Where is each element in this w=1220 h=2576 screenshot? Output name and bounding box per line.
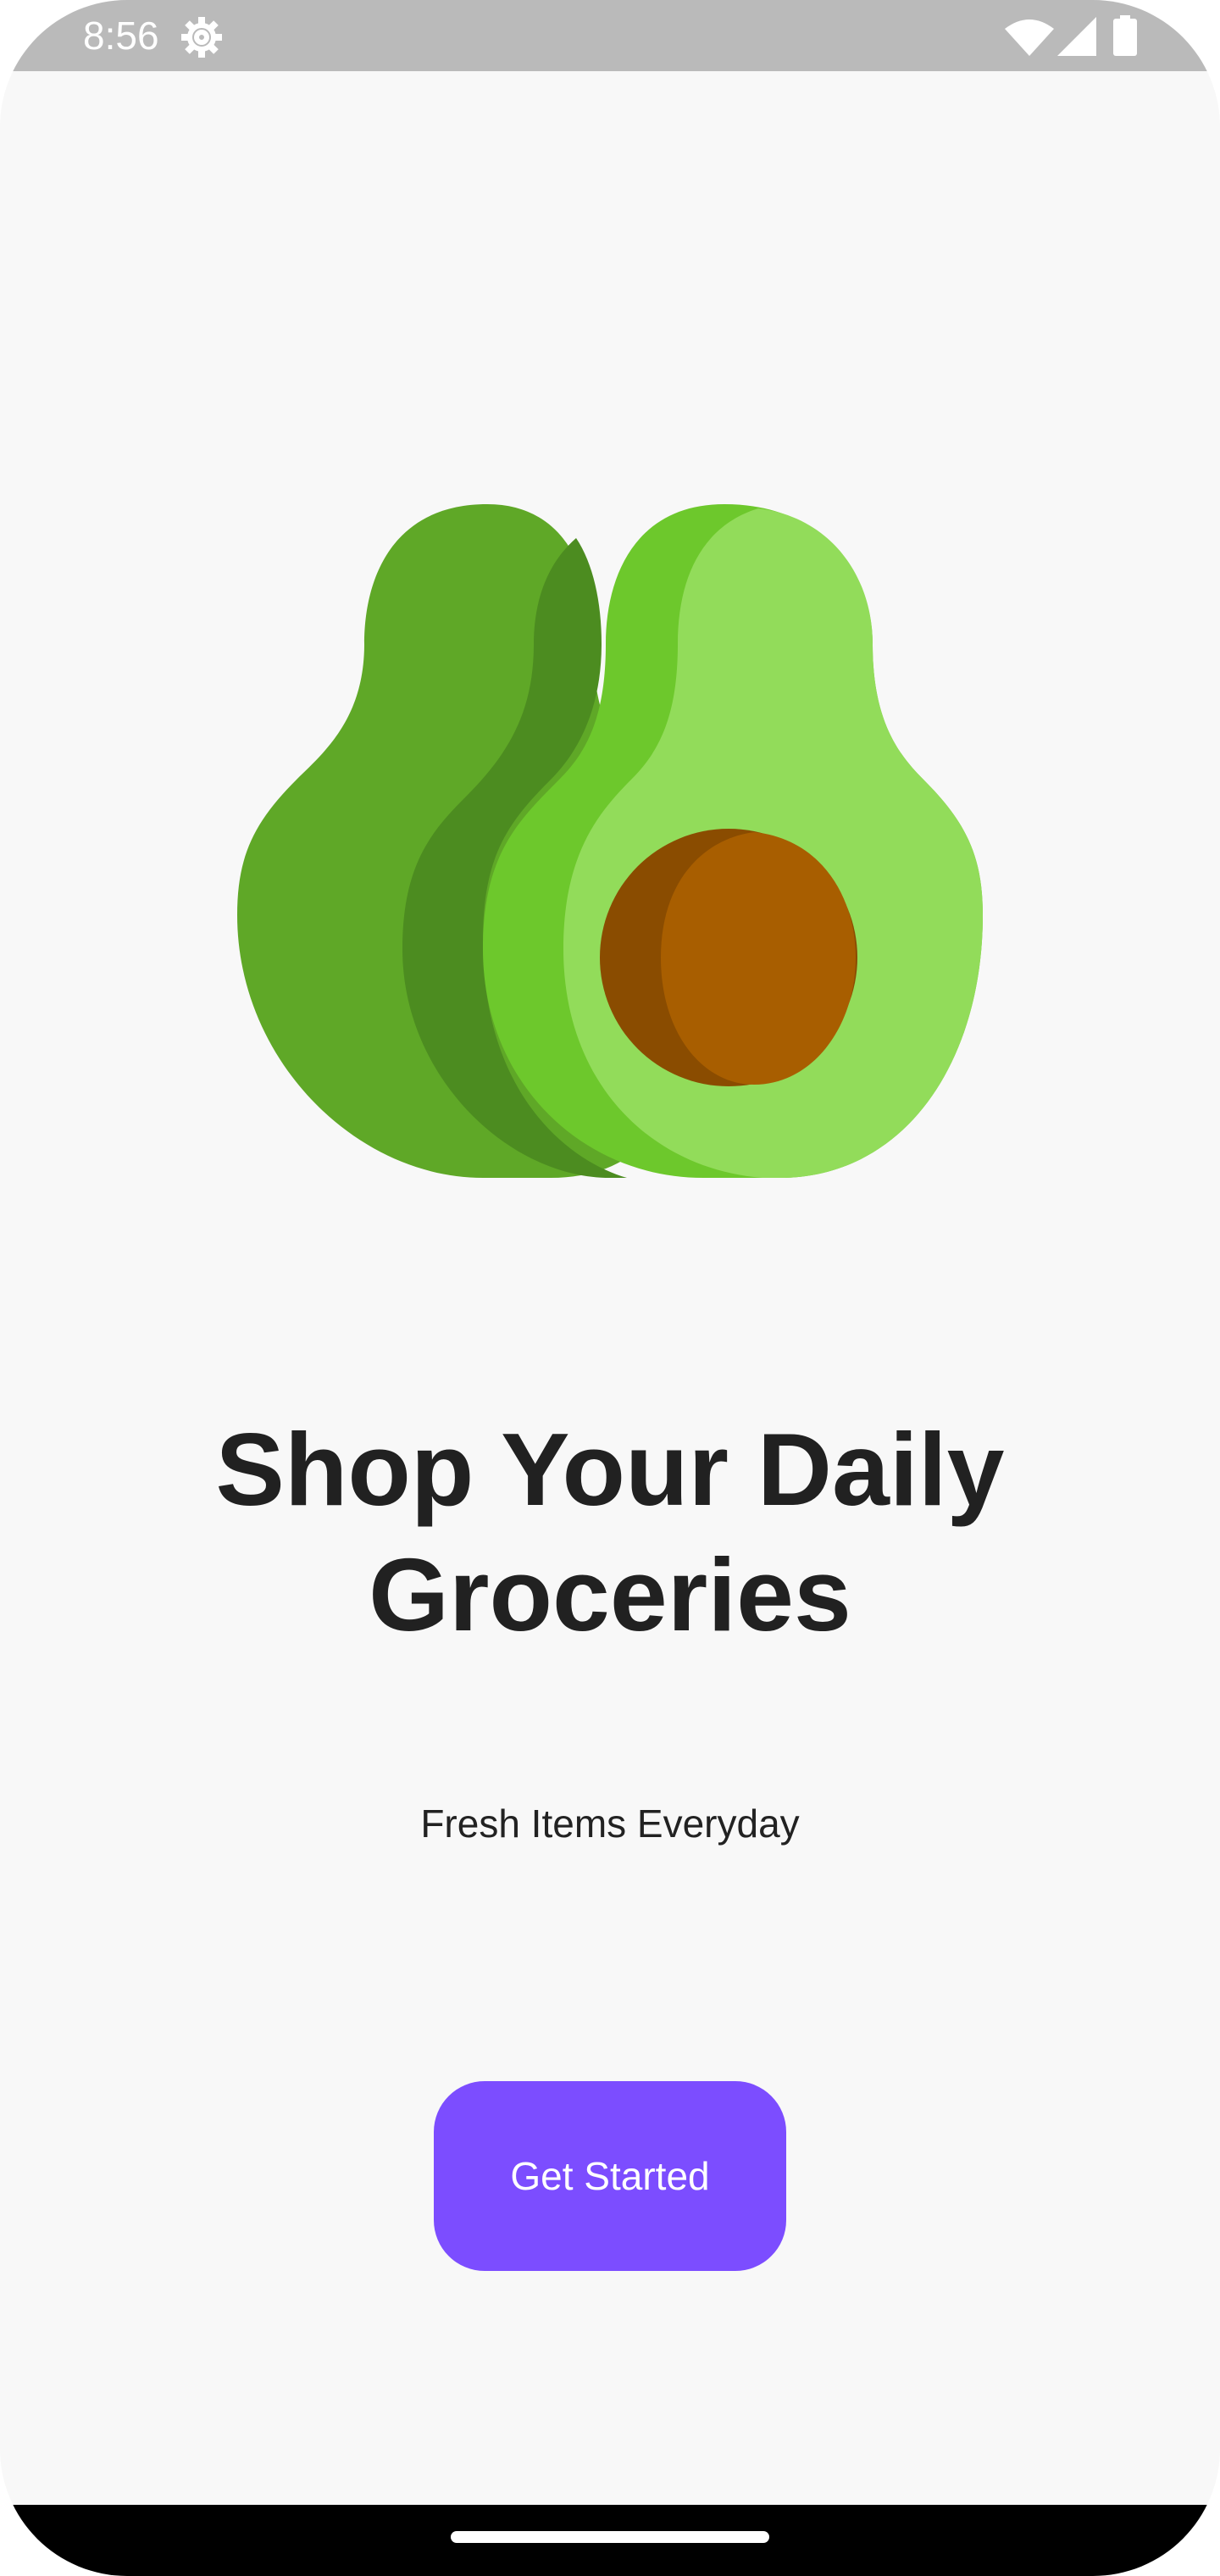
status-bar: 8:56 <box>0 0 1220 71</box>
battery-icon <box>1113 15 1137 56</box>
settings-icon <box>180 15 224 59</box>
home-indicator[interactable] <box>451 2531 769 2543</box>
wifi-icon <box>1005 19 1054 56</box>
phone-screen: 8:56 Shop Your Daily Groceries Fresh Ite… <box>0 0 1220 2576</box>
page-title: Shop Your Daily Groceries <box>215 1412 1005 1652</box>
get-started-button[interactable]: Get Started <box>434 2081 786 2271</box>
signal-icon <box>1057 17 1096 56</box>
avocado-illustration <box>229 500 991 1195</box>
page-subtitle: Fresh Items Everyday <box>420 1802 800 1846</box>
status-time: 8:56 <box>83 14 159 58</box>
